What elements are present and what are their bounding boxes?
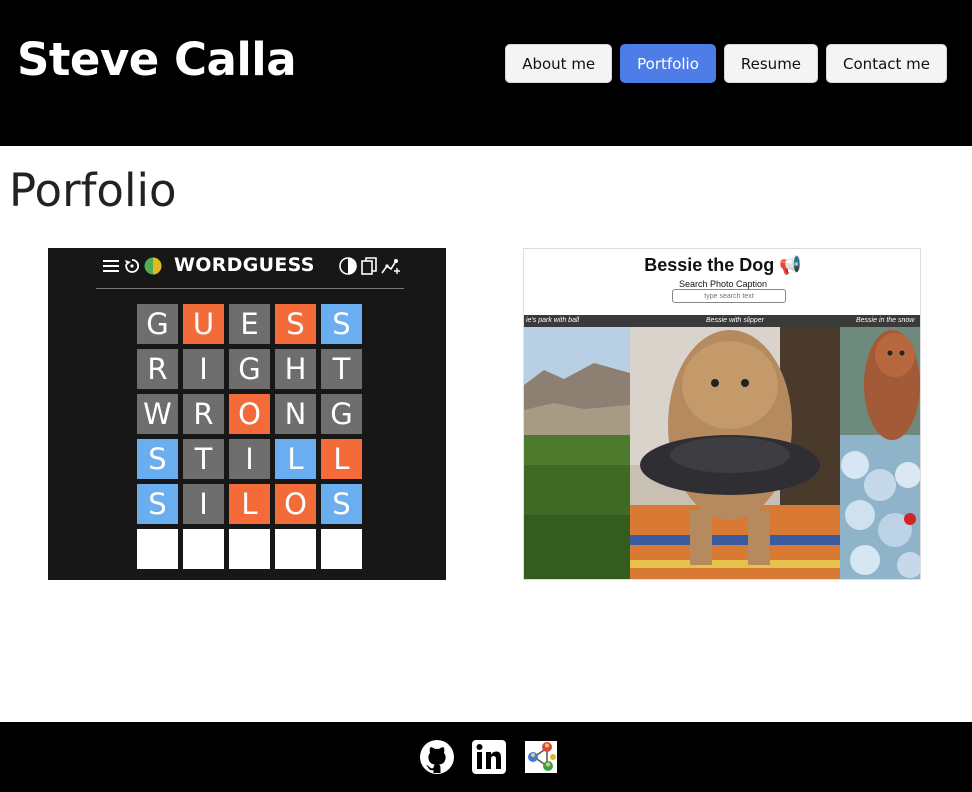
contrast-icon <box>339 257 357 279</box>
nav-about-me-button[interactable]: About me <box>505 44 613 83</box>
wordguess-divider <box>96 288 404 289</box>
restart-icon <box>124 258 140 278</box>
wordguess-tile: I <box>183 484 224 524</box>
wordguess-tile: I <box>229 439 270 479</box>
wordguess-tile: L <box>275 439 316 479</box>
wordguess-tile: W <box>137 394 178 434</box>
wordguess-tile: H <box>275 349 316 389</box>
wordguess-tile: S <box>321 484 362 524</box>
site-title: Steve Calla <box>17 33 297 86</box>
wordguess-tile: G <box>137 304 178 344</box>
wordguess-tile: R <box>183 394 224 434</box>
wordguess-tile: L <box>321 439 362 479</box>
snow-photo-image <box>840 315 920 579</box>
photo-gallery: ie's park with ball Bessie with slipper <box>524 315 920 579</box>
stats-icon <box>381 257 401 279</box>
wordguess-tile: G <box>229 349 270 389</box>
github-icon[interactable] <box>419 739 455 775</box>
copy-icon <box>361 257 377 279</box>
wordguess-tile <box>137 529 178 569</box>
wordguess-tile: O <box>275 484 316 524</box>
photo-park[interactable]: ie's park with ball <box>524 315 630 579</box>
wordguess-tile <box>321 529 362 569</box>
wordguess-tile: I <box>183 349 224 389</box>
wordguess-tile: R <box>137 349 178 389</box>
wordguess-tile: O <box>229 394 270 434</box>
wordguess-tile: U <box>183 304 224 344</box>
wordguess-tile: S <box>321 304 362 344</box>
photo-caption: Bessie in the snow <box>840 315 920 327</box>
menu-icon <box>102 258 120 278</box>
color-mode-icon <box>144 257 162 279</box>
site-footer <box>0 722 972 792</box>
photo-slipper[interactable]: Bessie with slipper <box>630 315 840 579</box>
wordguess-tile: S <box>275 304 316 344</box>
park-photo-image <box>524 315 630 579</box>
wordguess-tile: T <box>183 439 224 479</box>
wordguess-tile: L <box>229 484 270 524</box>
bessie-title: Bessie the Dog 📢 <box>644 255 802 275</box>
nav-bar: About me Portfolio Resume Contact me <box>505 44 947 83</box>
photo-snow[interactable]: Bessie in the snow <box>840 315 920 579</box>
wordguess-tile: G <box>321 394 362 434</box>
wordguess-tile: N <box>275 394 316 434</box>
wordguess-tile: S <box>137 484 178 524</box>
photo-caption: Bessie with slipper <box>630 315 840 327</box>
nav-contact-me-button[interactable]: Contact me <box>826 44 947 83</box>
wordguess-tile: E <box>229 304 270 344</box>
nav-portfolio-button[interactable]: Portfolio <box>620 44 716 83</box>
site-header: Steve Calla About me Portfolio Resume Co… <box>0 0 972 146</box>
wordguess-title: WORDGUESS <box>174 254 315 276</box>
project-card-wordguess[interactable]: WORDGUESS GUESSRIGHTWRONGSTILLSILOS <box>48 248 446 580</box>
wordguess-tile <box>183 529 224 569</box>
wordguess-tile <box>275 529 316 569</box>
wordguess-toolbar: WORDGUESS <box>48 248 446 288</box>
wordguess-tile: S <box>137 439 178 479</box>
project-card-bessie-the-dog[interactable]: Bessie the Dog 📢 Search Photo Caption ie… <box>523 248 921 580</box>
network-app-icon[interactable] <box>523 739 559 775</box>
wordguess-tile <box>229 529 270 569</box>
wordguess-tile: T <box>321 349 362 389</box>
wordguess-board: GUESSRIGHTWRONGSTILLSILOS <box>137 304 362 569</box>
search-caption-label: Search Photo Caption <box>678 279 768 289</box>
search-caption-input[interactable] <box>672 289 786 303</box>
linkedin-icon[interactable] <box>471 739 507 775</box>
page-title: Porfolio <box>9 164 177 217</box>
photo-caption: ie's park with ball <box>524 315 630 327</box>
slipper-photo-image <box>630 315 840 579</box>
nav-resume-button[interactable]: Resume <box>723 44 819 83</box>
